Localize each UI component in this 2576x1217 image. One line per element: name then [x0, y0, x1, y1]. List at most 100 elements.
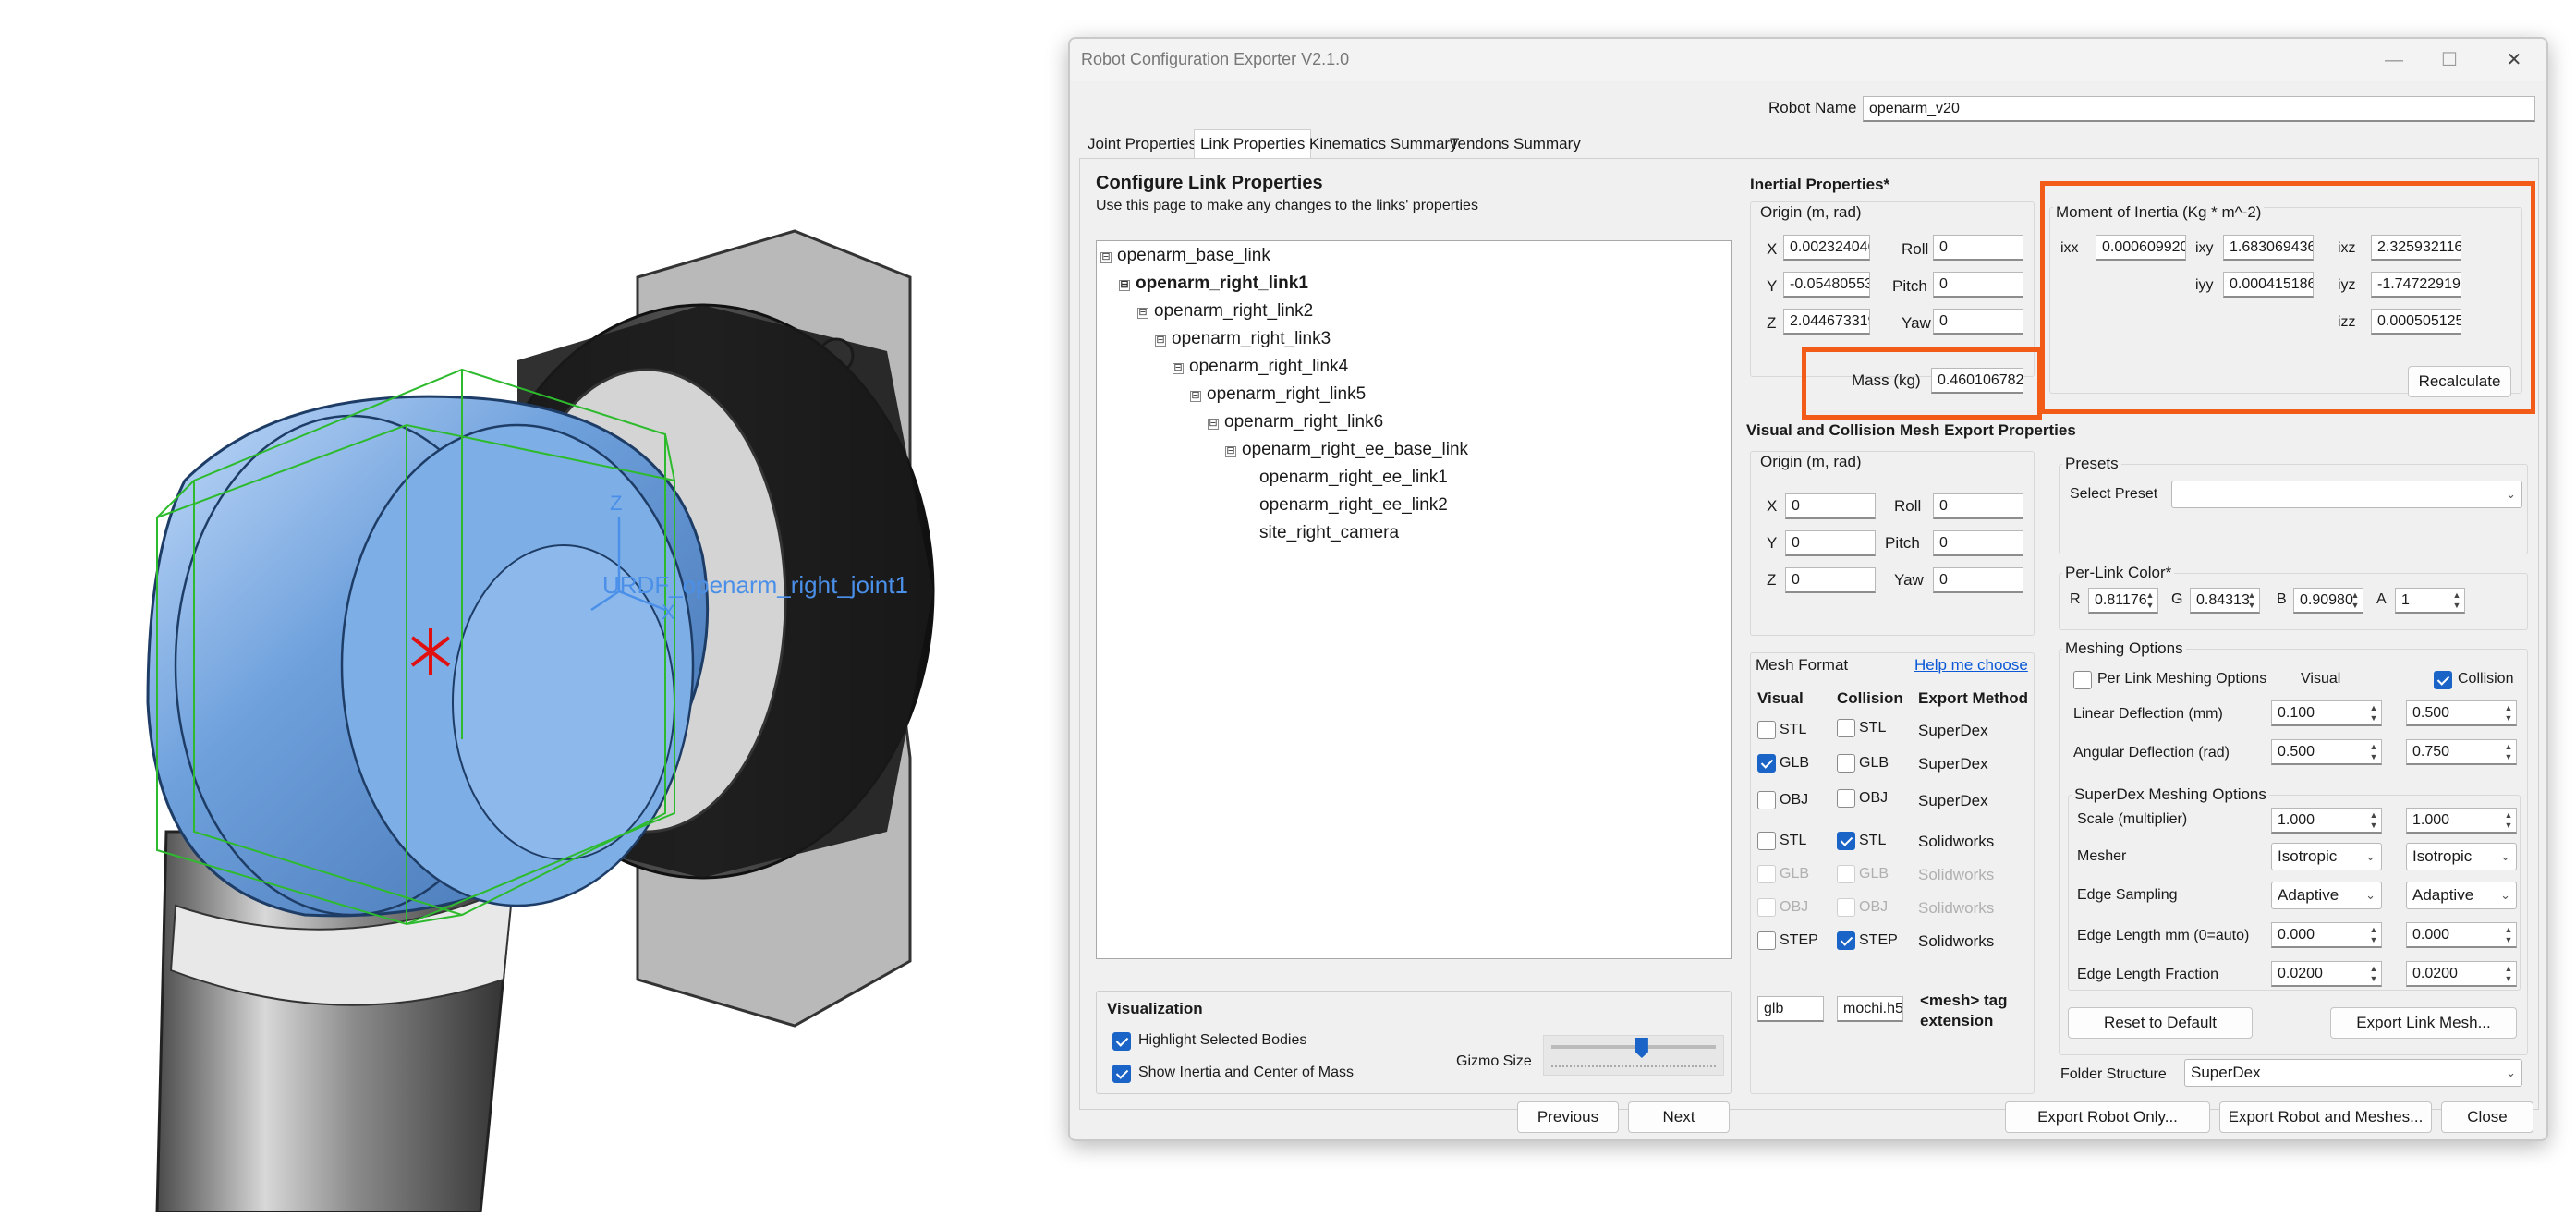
collapse-icon[interactable]: ⊟ [1173, 363, 1184, 374]
visual-step-solidworks-checkbox[interactable] [1757, 931, 1776, 950]
inertial-z-input[interactable]: 2.0446733195 [1783, 309, 1870, 335]
visual-stl-solidworks-checkbox[interactable] [1757, 832, 1776, 850]
collapse-icon[interactable]: ⊟ [1100, 252, 1112, 263]
mesher-collision-dropdown[interactable]: Isotropic ⌄ [2406, 843, 2517, 870]
inertial-roll-input[interactable]: 0 [1933, 235, 2023, 261]
spin-arrows-icon[interactable]: ▲ ▼ [2503, 925, 2514, 945]
collision-glb-superdex-checkbox[interactable] [1837, 754, 1855, 773]
mass-input[interactable]: 0.460106782 [1931, 368, 2023, 394]
collapse-icon[interactable]: ⊟ [1119, 280, 1130, 291]
mesh-roll-input[interactable]: 0 [1933, 493, 2023, 519]
spin-arrows-icon[interactable]: ▲ ▼ [2145, 590, 2156, 611]
ixx-input[interactable]: 0.00060992001 [2096, 235, 2186, 261]
color-g-spinbox[interactable]: 0.84313 ▲ ▼ [2190, 588, 2260, 614]
iyz-input[interactable]: -1.74722919 [2371, 272, 2461, 298]
ixy-input[interactable]: 1.68306943681 [2223, 235, 2314, 261]
tree-item-right-link1[interactable]: ⊟ openarm_right_link1 [1119, 274, 1308, 294]
collision-stl-solidworks-checkbox[interactable] [1837, 832, 1855, 850]
next-button[interactable]: Next [1628, 1101, 1730, 1133]
robot-name-input[interactable]: openarm_v20 [1863, 96, 2535, 122]
help-me-choose-link[interactable]: Help me choose [1914, 656, 2028, 675]
iyy-input[interactable]: 0.00041518655 [2223, 272, 2314, 298]
spin-arrows-icon[interactable]: ▲ ▼ [2503, 810, 2514, 831]
spin-arrows-icon[interactable]: ▲ ▼ [2503, 742, 2514, 762]
color-r-spinbox[interactable]: 0.81176 ▲ ▼ [2088, 588, 2158, 614]
visual-glb-superdex-checkbox[interactable] [1757, 754, 1776, 773]
maximize-button[interactable]: ☐ [2436, 46, 2463, 74]
reset-to-default-button[interactable]: Reset to Default [2068, 1007, 2253, 1039]
show-inertia-checkbox[interactable] [1112, 1065, 1131, 1083]
inertial-y-input[interactable]: -0.0548055326 [1783, 272, 1870, 298]
collision-obj-superdex-checkbox[interactable] [1837, 789, 1855, 808]
export-link-mesh-button[interactable]: Export Link Mesh... [2330, 1007, 2517, 1039]
color-b-spinbox[interactable]: 0.90980 ▲ ▼ [2293, 588, 2363, 614]
spin-arrows-icon[interactable]: ▲ ▼ [2368, 810, 2379, 831]
edge-length-visual-spinbox[interactable]: 0.000 ▲ ▼ [2271, 922, 2382, 948]
gizmo-size-slider[interactable] [1543, 1035, 1724, 1076]
tab-link-properties[interactable]: Link Properties [1194, 129, 1312, 159]
edge-sampling-visual-dropdown[interactable]: Adaptive ⌄ [2271, 882, 2382, 909]
visual-extension-input[interactable]: glb [1757, 996, 1824, 1022]
edge-length-collision-spinbox[interactable]: 0.000 ▲ ▼ [2406, 922, 2517, 948]
highlight-bodies-checkbox[interactable] [1112, 1032, 1131, 1051]
linear-deflection-collision-spinbox[interactable]: 0.500 ▲ ▼ [2406, 700, 2517, 726]
folder-structure-dropdown[interactable]: SuperDex ⌄ [2184, 1059, 2522, 1087]
tree-item-right-link3[interactable]: ⊟ openarm_right_link3 [1155, 329, 1331, 349]
spin-arrows-icon[interactable]: ▲ ▼ [2368, 925, 2379, 945]
tree-item-right-ee-link2[interactable]: openarm_right_ee_link2 [1259, 495, 1448, 516]
per-link-meshing-checkbox[interactable] [2073, 671, 2092, 689]
collapse-icon[interactable]: ⊟ [1190, 391, 1201, 402]
edge-sampling-collision-dropdown[interactable]: Adaptive ⌄ [2406, 882, 2517, 909]
inertial-pitch-input[interactable]: 0 [1933, 272, 2023, 298]
edge-length-fraction-collision-spinbox[interactable]: 0.0200 ▲ ▼ [2406, 961, 2517, 987]
visual-stl-superdex-checkbox[interactable] [1757, 721, 1776, 739]
spin-arrows-icon[interactable]: ▲ ▼ [2368, 703, 2379, 724]
tree-item-right-link4[interactable]: ⊟ openarm_right_link4 [1173, 357, 1348, 377]
mesh-y-input[interactable]: 0 [1785, 530, 1876, 556]
slider-thumb[interactable] [1634, 1038, 1648, 1058]
angular-deflection-collision-spinbox[interactable]: 0.750 ▲ ▼ [2406, 739, 2517, 765]
inertial-x-input[interactable]: 0.0023240465 [1783, 235, 1870, 261]
tab-kinematics-summary[interactable]: Kinematics Summary [1303, 129, 1464, 159]
scale-visual-spinbox[interactable]: 1.000 ▲ ▼ [2271, 808, 2382, 834]
collapse-icon[interactable]: ⊟ [1208, 419, 1219, 430]
spin-arrows-icon[interactable]: ▲ ▼ [2368, 742, 2379, 762]
close-button[interactable]: Close [2441, 1101, 2533, 1133]
close-window-button[interactable]: ✕ [2500, 46, 2528, 74]
scale-collision-spinbox[interactable]: 1.000 ▲ ▼ [2406, 808, 2517, 834]
ixz-input[interactable]: 2.32593211651 [2371, 235, 2461, 261]
mesh-x-input[interactable]: 0 [1785, 493, 1876, 519]
cad-viewport[interactable]: Z X URDF_openarm_right_joint1 [0, 0, 1072, 1214]
collapse-icon[interactable]: ⊟ [1155, 335, 1166, 347]
tree-item-right-link6[interactable]: ⊟ openarm_right_link6 [1208, 412, 1383, 432]
export-robot-and-meshes-button[interactable]: Export Robot and Meshes... [2219, 1101, 2432, 1133]
collision-extension-input[interactable]: mochi.h5 [1837, 996, 1903, 1022]
export-robot-only-button[interactable]: Export Robot Only... [2005, 1101, 2210, 1133]
mesh-yaw-input[interactable]: 0 [1933, 567, 2023, 593]
tab-joint-properties[interactable]: Joint Properties [1081, 129, 1203, 159]
spin-arrows-icon[interactable]: ▲ ▼ [2503, 703, 2514, 724]
mesh-pitch-input[interactable]: 0 [1933, 530, 2023, 556]
collapse-icon[interactable]: ⊟ [1137, 308, 1148, 319]
meshing-collision-checkbox[interactable] [2434, 671, 2452, 689]
izz-input[interactable]: 0.000505125 [2371, 309, 2461, 335]
tab-tendons-summary[interactable]: Tendons Summary [1443, 129, 1587, 159]
edge-length-fraction-visual-spinbox[interactable]: 0.0200 ▲ ▼ [2271, 961, 2382, 987]
collision-step-solidworks-checkbox[interactable] [1837, 931, 1855, 950]
spin-arrows-icon[interactable]: ▲ ▼ [2368, 964, 2379, 984]
tree-item-right-link2[interactable]: ⊟ openarm_right_link2 [1137, 301, 1313, 322]
color-a-spinbox[interactable]: 1 ▲ ▼ [2395, 588, 2465, 614]
visual-obj-superdex-checkbox[interactable] [1757, 791, 1776, 809]
inertial-yaw-input[interactable]: 0 [1933, 309, 2023, 335]
collision-stl-superdex-checkbox[interactable] [1837, 719, 1855, 737]
tree-item-right-ee-base-link[interactable]: ⊟ openarm_right_ee_base_link [1225, 440, 1468, 460]
previous-button[interactable]: Previous [1517, 1101, 1619, 1133]
tree-item-base-link[interactable]: ⊟ openarm_base_link [1100, 246, 1270, 266]
link-tree[interactable]: ⊟ openarm_base_link ⊟ openarm_right_link1 … [1096, 240, 1732, 959]
spin-arrows-icon[interactable]: ▲ ▼ [2503, 964, 2514, 984]
tree-item-right-link5[interactable]: ⊟ openarm_right_link5 [1190, 384, 1366, 405]
minimize-button[interactable]: — [2380, 46, 2408, 74]
spin-arrows-icon[interactable]: ▲ ▼ [2246, 590, 2257, 611]
spin-arrows-icon[interactable]: ▲ ▼ [2350, 590, 2361, 611]
collapse-icon[interactable]: ⊟ [1225, 446, 1236, 457]
